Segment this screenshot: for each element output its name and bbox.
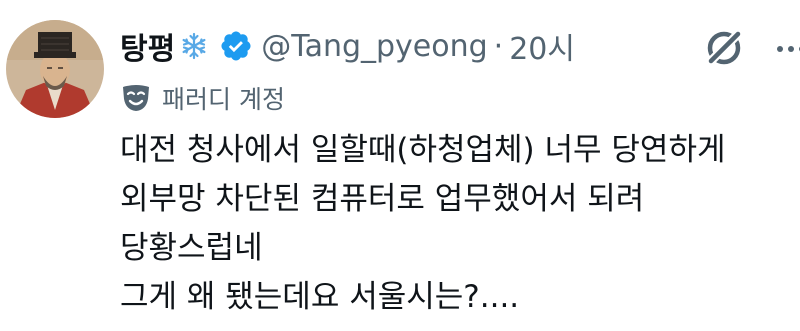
- parody-mask-icon: [120, 83, 152, 113]
- display-name[interactable]: 탕평: [120, 24, 175, 68]
- more-icon[interactable]: [774, 32, 800, 66]
- user-handle[interactable]: @Tang_pyeong: [261, 29, 487, 64]
- separator-dot: ·: [493, 28, 504, 64]
- grok-icon[interactable]: [703, 27, 745, 69]
- verified-badge-icon[interactable]: [219, 29, 253, 63]
- avatar[interactable]: [6, 20, 104, 118]
- tweet-text-line: 당황스럽네: [120, 230, 263, 266]
- parody-account-label: 패러디 계정: [162, 85, 285, 114]
- snowflake-icon: [179, 31, 209, 61]
- tweet-card: 탕평 @Tang_pyeong · 20시 패러디 계정 대전 청사에서 일할때…: [0, 0, 800, 331]
- tweet-text: 대전 청사에서 일할때(하청업체) 너무 당연하게 외부망 차단된 컴퓨터로 업…: [120, 126, 790, 322]
- tweet-text-line: 그게 왜 됐는데요 서울시는?....: [120, 279, 520, 315]
- tweet-text-line: 외부망 차단된 컴퓨터로 업무했어서 되려: [120, 181, 645, 217]
- timestamp[interactable]: 20시: [509, 24, 575, 68]
- tweet-header: 탕평 @Tang_pyeong · 20시: [120, 22, 575, 70]
- parody-account-row: 패러디 계정: [120, 80, 285, 116]
- tweet-text-line: 대전 청사에서 일할때(하청업체) 너무 당연하게: [120, 132, 726, 168]
